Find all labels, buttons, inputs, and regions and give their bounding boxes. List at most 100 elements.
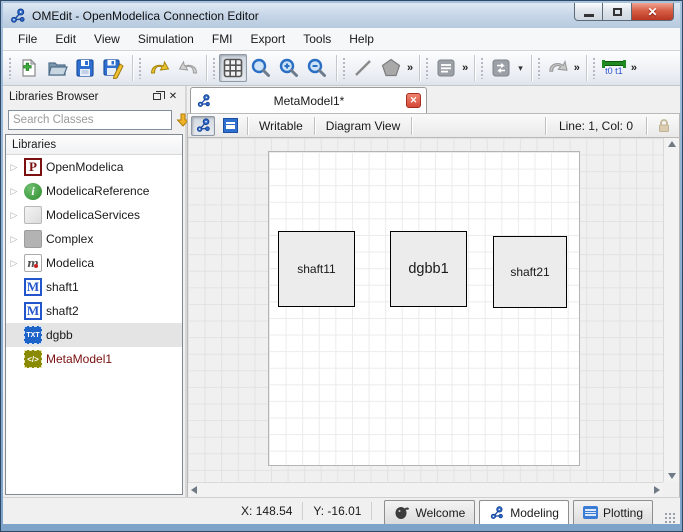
diagram-grid[interactable]: shaft11 dgbb1 shaft21 (188, 138, 663, 482)
toolbar-separator (419, 55, 421, 81)
library-item-dgbb[interactable]: TXT dgbb (6, 323, 182, 347)
zoom-out-button[interactable] (303, 54, 331, 82)
connection-model-icon (197, 93, 211, 107)
dock-title: Libraries Browser (9, 90, 99, 103)
libraries-tree-header[interactable]: Libraries (6, 135, 182, 155)
tab-close-button[interactable]: ✕ (406, 93, 421, 108)
new-model-button[interactable] (15, 54, 43, 82)
main-toolbar: » » ▾ » t0 t1 » (3, 51, 680, 86)
save-as-button[interactable] (99, 54, 127, 82)
shapes-overflow-button[interactable]: » (405, 62, 414, 74)
toolbar-grip[interactable] (8, 57, 12, 79)
toolbar-grip[interactable] (342, 57, 346, 79)
reset-zoom-button[interactable] (247, 54, 275, 82)
component-shaft21[interactable]: shaft21 (493, 236, 567, 308)
library-item-shaft2[interactable]: M shaft2 (6, 299, 182, 323)
library-item-modelicareference[interactable]: ▷ i ModelicaReference (6, 179, 182, 203)
library-item-complex[interactable]: ▷ Complex (6, 227, 182, 251)
save-button[interactable] (71, 54, 99, 82)
vertical-scrollbar[interactable] (663, 138, 679, 482)
menu-view[interactable]: View (85, 29, 129, 49)
component-shaft11[interactable]: shaft11 (278, 231, 355, 307)
scroll-left-icon[interactable] (191, 486, 197, 494)
menu-file[interactable]: File (9, 29, 46, 49)
menu-help[interactable]: Help (340, 29, 383, 49)
menu-simulation[interactable]: Simulation (129, 29, 203, 49)
library-item-modelica[interactable]: ▷ m Modelica (6, 251, 182, 275)
diagram-view-button[interactable] (191, 115, 215, 136)
horizontal-scrollbar[interactable] (188, 482, 663, 497)
undo-button[interactable] (145, 54, 173, 82)
menu-fmi[interactable]: FMI (203, 29, 242, 49)
window-resize-grip[interactable] (663, 511, 676, 524)
toolbar-grip[interactable] (138, 57, 142, 79)
scroll-down-icon[interactable] (667, 473, 676, 479)
toolbar-grip[interactable] (425, 57, 430, 79)
toolbar-separator (585, 55, 587, 81)
folder-icon (48, 62, 68, 76)
statusbar: X: 148.54 Y: -16.01 Welcome Modeling Plo… (3, 497, 680, 524)
expand-arrow-icon[interactable]: ▷ (8, 162, 20, 173)
text-view-button[interactable] (218, 116, 242, 136)
modelica-icon: m (24, 254, 42, 272)
simulation-time-button[interactable]: t0 t1 (599, 54, 629, 82)
simulate-button[interactable] (544, 54, 572, 82)
diagram-canvas[interactable] (268, 151, 580, 466)
open-file-button[interactable] (43, 54, 71, 82)
toolbar-grip[interactable] (212, 57, 216, 79)
dock-float-button[interactable] (149, 90, 165, 104)
tab-close-icon: ✕ (409, 95, 418, 105)
dock-close-icon: ✕ (168, 91, 178, 102)
close-button[interactable]: ✕ (632, 3, 674, 21)
model-switcher-button[interactable] (432, 54, 460, 82)
dock-close-button[interactable]: ✕ (165, 90, 181, 104)
save-as-icon (103, 59, 124, 79)
show-grid-button[interactable] (219, 54, 247, 82)
connect-mode-button[interactable] (487, 54, 515, 82)
model-overflow-button[interactable]: » (460, 62, 469, 74)
menu-export[interactable]: Export (242, 29, 295, 49)
redo-button[interactable] (173, 54, 201, 82)
library-item-openmodelica[interactable]: ▷ P OpenModelica (6, 155, 182, 179)
library-item-metamodel1[interactable]: </> MetaModel1 (6, 347, 182, 371)
simtime-overflow-button[interactable]: » (629, 62, 638, 74)
maximize-button[interactable] (603, 3, 632, 21)
toolbar-grip[interactable] (536, 57, 541, 79)
search-classes-input[interactable] (8, 110, 172, 130)
scroll-right-icon[interactable] (654, 486, 660, 494)
dock-header[interactable]: Libraries Browser ✕ (3, 86, 185, 107)
expand-arrow-icon[interactable]: ▷ (8, 210, 20, 221)
welcome-icon (395, 507, 410, 519)
zoom-in-button[interactable] (275, 54, 303, 82)
simulate-overflow-button[interactable]: » (572, 62, 581, 74)
titlebar[interactable]: OMEdit - OpenModelica Connection Editor … (3, 3, 680, 28)
perspective-plotting-button[interactable]: Plotting (572, 500, 653, 524)
library-item-shaft1[interactable]: M shaft1 (6, 275, 182, 299)
line-tool-button[interactable] (349, 54, 377, 82)
menu-edit[interactable]: Edit (46, 29, 85, 49)
perspective-welcome-button[interactable]: Welcome (384, 500, 476, 524)
modeling-icon (490, 505, 504, 519)
lock-button[interactable] (652, 116, 676, 136)
connect-dropdown-arrow[interactable]: ▾ (515, 63, 526, 74)
scroll-up-icon[interactable] (667, 141, 676, 147)
omedit-window: OMEdit - OpenModelica Connection Editor … (0, 0, 683, 532)
expand-arrow-icon[interactable]: ▷ (8, 258, 20, 269)
perspective-modeling-button[interactable]: Modeling (479, 500, 569, 524)
writable-button[interactable]: Writable (253, 119, 309, 133)
connect-arrows-icon (492, 59, 510, 77)
app-logo-icon (10, 7, 25, 23)
toolbar-grip[interactable] (480, 57, 485, 79)
expand-arrow-icon[interactable]: ▷ (8, 234, 20, 245)
component-dgbb1[interactable]: dgbb1 (390, 231, 467, 307)
library-item-modelicaservices[interactable]: ▷ ModelicaServices (6, 203, 182, 227)
menu-tools[interactable]: Tools (294, 29, 340, 49)
diagram-view[interactable]: shaft11 dgbb1 shaft21 (187, 138, 680, 497)
minimize-button[interactable] (574, 3, 603, 21)
expand-arrow-icon[interactable]: ▷ (8, 186, 20, 197)
sim-time-labels: t0 t1 (605, 65, 623, 76)
tab-metamodel1[interactable]: MetaModel1* ✕ (190, 87, 427, 113)
view-mode-label: Diagram View (325, 118, 401, 133)
toolbar-grip[interactable] (591, 57, 596, 79)
polygon-tool-button[interactable] (377, 54, 405, 82)
